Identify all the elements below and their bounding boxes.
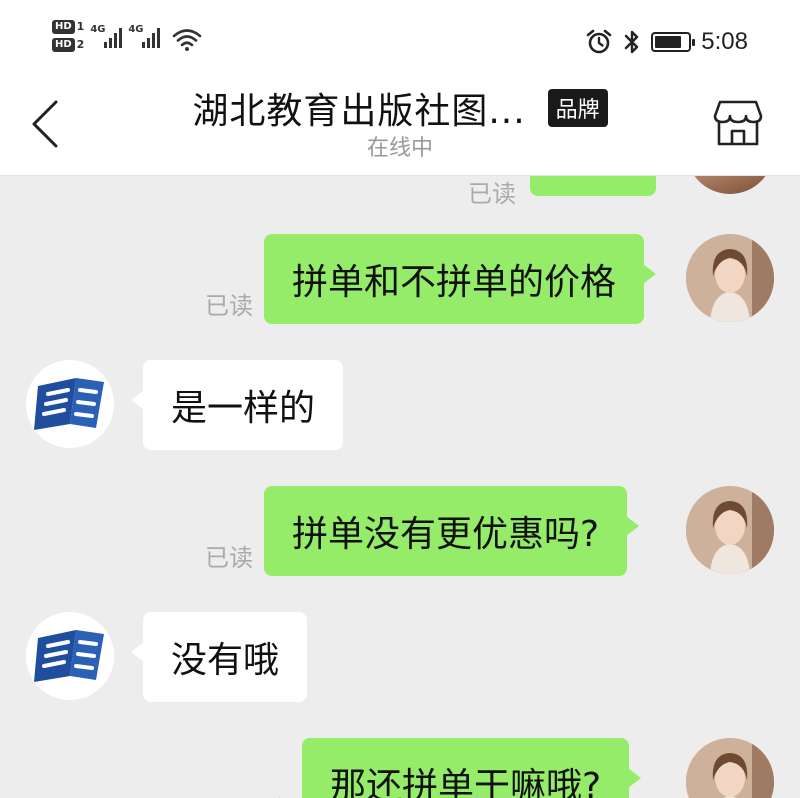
user-avatar-image [686, 234, 774, 322]
store-button[interactable] [712, 98, 764, 148]
shop-message-bubble[interactable]: 是一样的 [130, 360, 344, 450]
clock: 5:08 [701, 28, 748, 55]
message-row: 已读 拼单和不拼单的价格 [0, 234, 800, 324]
status-left: HD 1 HD 2 4G 4G [52, 20, 202, 68]
message-row: 是一样的 [0, 360, 800, 450]
shop-message-bubble[interactable]: 没有哦 [130, 612, 308, 702]
message-row: 没有哦 [0, 612, 800, 702]
message-row: 已读 那还拼单干嘛哦? [0, 738, 800, 798]
status-bar: HD 1 HD 2 4G 4G 5:08 [0, 0, 800, 80]
hd-1-indicator: HD 1 [52, 20, 84, 34]
chat-header: 湖北教育出版社图... 品牌 在线中 [0, 80, 800, 176]
user-avatar[interactable] [686, 486, 774, 574]
battery-icon [651, 32, 696, 52]
read-receipt: 已读 [240, 790, 288, 798]
my-message-bubble[interactable]: 那还拼单干嘛哦? [302, 738, 642, 798]
signal-1-icon: 4G [90, 24, 123, 48]
hd-2-indicator: HD 2 [52, 38, 84, 52]
store-icon [713, 100, 763, 146]
read-receipt: 已读 [468, 180, 516, 208]
brand-badge: 品牌 [547, 89, 608, 127]
shop-avatar[interactable] [26, 612, 114, 700]
message-row: 已读 拼单没有更优惠吗? [0, 486, 800, 576]
shop-logo [26, 612, 114, 700]
read-receipt: 已读 [205, 544, 253, 572]
my-message-bubble[interactable]: 拼单和不拼单的价格 [264, 234, 657, 324]
online-status: 在线中 [366, 136, 433, 161]
user-avatar[interactable] [686, 738, 774, 798]
my-message-bubble[interactable] [530, 176, 656, 196]
signal-2-icon: 4G [128, 24, 161, 48]
user-avatar[interactable] [686, 234, 774, 322]
status-right: 5:08 [585, 28, 748, 56]
user-avatar[interactable] [686, 176, 774, 194]
bluetooth-icon [625, 30, 639, 54]
chat-title[interactable]: 湖北教育出版社图... [192, 82, 525, 134]
shop-avatar[interactable] [26, 360, 114, 448]
title-row: 湖北教育出版社图... 品牌 [0, 82, 800, 134]
user-avatar-image [686, 738, 774, 798]
wifi-icon [173, 29, 202, 51]
user-avatar-image [686, 486, 774, 574]
shop-logo [26, 360, 114, 448]
chat-area[interactable]: 已读 已读 拼单和不拼单的价格 是一样的 已读 拼单没有更优惠吗? 没有哦 那还… [0, 176, 800, 798]
alarm-icon [586, 29, 612, 54]
read-receipt: 已读 [205, 292, 253, 320]
message-row: 已读 [0, 176, 800, 208]
hd-indicators: HD 1 HD 2 [52, 20, 84, 52]
my-message-bubble[interactable]: 拼单没有更优惠吗? [264, 486, 640, 576]
